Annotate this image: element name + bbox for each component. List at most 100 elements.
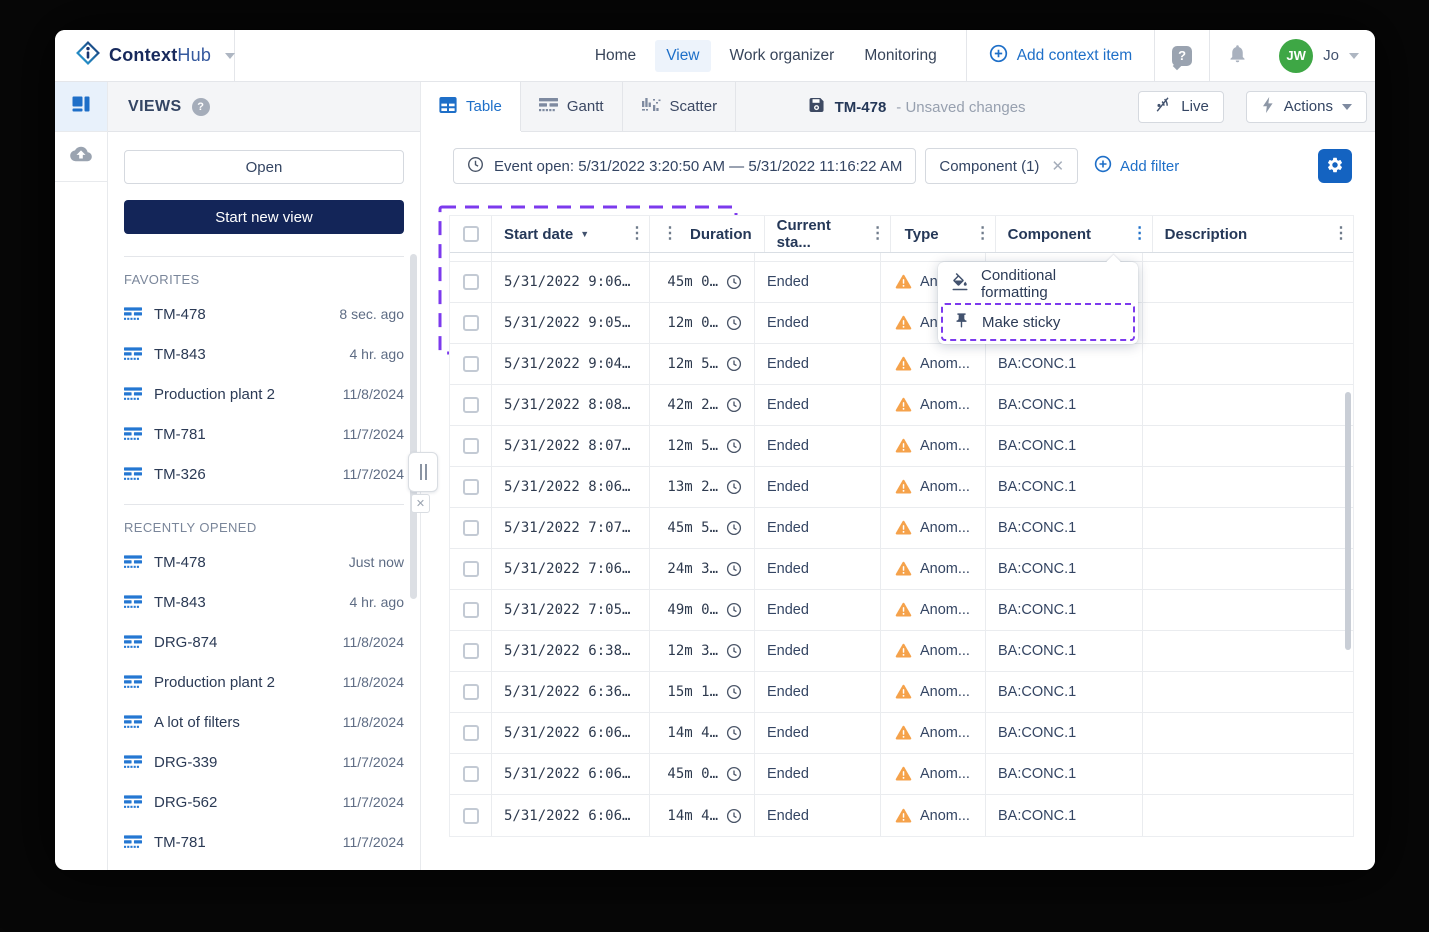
help-button[interactable]: ? <box>1155 30 1209 81</box>
table-row[interactable]: 5/31/2022 6:06… 14m 4… Ended Anom... BA:… <box>450 713 1353 754</box>
live-button[interactable]: Live <box>1138 90 1224 123</box>
column-header-description[interactable]: Description ⋮ <box>1153 216 1353 252</box>
view-list-item[interactable]: TM-781 11/7/2024 <box>124 414 404 454</box>
row-checkbox[interactable] <box>462 479 479 495</box>
rail-views-button[interactable] <box>55 82 107 132</box>
table-scrollbar[interactable] <box>1345 392 1351 650</box>
column-header-current-status[interactable]: Current sta... ⋮ <box>765 216 891 252</box>
table-row[interactable]: 5/31/2022 6:36… 15m 1… Ended Anom... BA:… <box>450 672 1353 713</box>
nav-work-organizer[interactable]: Work organizer <box>719 40 846 72</box>
type-cell: Anom... <box>881 590 986 630</box>
start-new-view-button[interactable]: Start new view <box>124 200 404 234</box>
row-checkbox[interactable] <box>462 684 479 700</box>
paint-fill-icon <box>951 273 969 295</box>
tab-gantt[interactable]: Gantt <box>521 82 623 131</box>
row-checkbox[interactable] <box>462 602 479 618</box>
table-row[interactable]: 5/31/2022 9:06… 45m 0… Ended Anom... BA:… <box>450 262 1353 303</box>
component-cell: BA:CONC.1 <box>986 795 1143 836</box>
save-icon[interactable] <box>809 97 825 118</box>
view-item-time: 8 sec. ago <box>339 306 404 322</box>
column-menu-icon[interactable]: ⋮ <box>866 226 890 242</box>
open-view-button[interactable]: Open <box>124 150 404 184</box>
view-list-item[interactable]: TM-843 4 hr. ago <box>124 582 404 622</box>
view-list-item[interactable]: DRG-874 11/8/2024 <box>124 622 404 662</box>
column-menu-icon[interactable]: ⋮ <box>658 226 682 242</box>
tab-table[interactable]: Table <box>421 82 521 131</box>
drag-grip-icon[interactable] <box>408 452 438 492</box>
menu-item-make-sticky[interactable]: Make sticky <box>941 303 1135 341</box>
table-row[interactable]: 5/31/2022 9:05… 12m 0… Ended Anom... BA:… <box>450 303 1353 344</box>
column-menu-icon[interactable]: ⋮ <box>1329 226 1353 242</box>
table-row[interactable]: 5/31/2022 6:38… 12m 3… Ended Anom... BA:… <box>450 631 1353 672</box>
nav-monitoring[interactable]: Monitoring <box>853 40 947 72</box>
left-icon-rail <box>55 82 108 870</box>
view-list-item[interactable]: TM-478 Just now <box>124 542 404 582</box>
table-area: Start date ▼ ⋮ ⋮ Duration Current sta...… <box>421 200 1375 870</box>
nav-home[interactable]: Home <box>584 40 647 72</box>
view-list-item[interactable]: Production plant 2 11/8/2024 <box>124 662 404 702</box>
view-list-item[interactable]: A lot of filters 11/8/2024 <box>124 702 404 742</box>
row-checkbox[interactable] <box>462 274 479 290</box>
add-context-item-button[interactable]: Add context item <box>967 30 1154 81</box>
view-list-item[interactable]: TM-843 4 hr. ago <box>124 334 404 374</box>
row-checkbox[interactable] <box>462 397 479 413</box>
sidebar-resize-handle[interactable]: ✕ <box>408 452 438 513</box>
view-list-item[interactable]: TM-478 8 sec. ago <box>124 294 404 334</box>
table-row[interactable]: 5/31/2022 6:06… 14m 4… Ended Anom... BA:… <box>450 795 1353 836</box>
row-checkbox[interactable] <box>462 561 479 577</box>
row-checkbox[interactable] <box>462 438 479 454</box>
column-menu-icon[interactable]: ⋮ <box>971 226 995 242</box>
table-row[interactable]: 5/31/2022 7:06… 24m 3… Ended Anom... BA:… <box>450 549 1353 590</box>
column-menu-icon-open[interactable]: ⋮ <box>1128 226 1152 242</box>
add-filter-button[interactable]: Add filter <box>1094 155 1179 177</box>
column-header-start-date[interactable]: Start date ▼ ⋮ <box>492 216 650 252</box>
table-row[interactable]: 5/31/2022 7:05… 49m 0… Ended Anom... BA:… <box>450 590 1353 631</box>
view-item-icon <box>124 426 142 442</box>
view-item-time: 11/8/2024 <box>342 634 404 650</box>
table-row[interactable]: 5/31/2022 6:06… 45m 0… Ended Anom... BA:… <box>450 754 1353 795</box>
rail-upload-button[interactable] <box>55 132 107 182</box>
actions-button[interactable]: Actions <box>1245 90 1367 123</box>
description-cell <box>1143 631 1353 671</box>
view-list-item[interactable]: DRG-339 11/7/2024 <box>124 742 404 782</box>
user-menu[interactable]: JW Jo <box>1265 30 1375 81</box>
table-row[interactable]: 5/31/2022 8:06… 13m 2… Ended Anom... BA:… <box>450 467 1353 508</box>
view-list-item[interactable]: TM-326 11/7/2024 <box>124 454 404 494</box>
view-list-item[interactable]: Production plant 2 11/8/2024 <box>124 374 404 414</box>
select-all-checkbox[interactable] <box>462 226 479 242</box>
menu-item-conditional-formatting[interactable]: Conditional formatting <box>941 265 1135 303</box>
collapse-sidebar-button[interactable]: ✕ <box>411 494 430 513</box>
row-checkbox[interactable] <box>462 315 479 331</box>
event-open-filter-chip[interactable]: Event open: 5/31/2022 3:20:50 AM — 5/31/… <box>453 148 917 184</box>
brand-area[interactable]: ContextHub <box>55 30 236 81</box>
column-header-component[interactable]: Component ⋮ <box>996 216 1153 252</box>
sidebar-scrollbar[interactable] <box>410 254 417 599</box>
row-checkbox[interactable] <box>462 643 479 659</box>
table-settings-button[interactable] <box>1318 149 1352 183</box>
nav-view[interactable]: View <box>655 39 711 72</box>
view-list-item[interactable]: TM-781 11/7/2024 <box>124 822 404 862</box>
column-header-duration[interactable]: ⋮ Duration <box>650 216 765 252</box>
row-checkbox[interactable] <box>462 725 479 741</box>
view-list-item[interactable]: DRG-562 11/7/2024 <box>124 782 404 822</box>
table-row[interactable]: 5/31/2022 9:04… 12m 5… Ended Anom... BA:… <box>450 344 1353 385</box>
table-row[interactable]: 5/31/2022 8:07… 12m 5… Ended Anom... BA:… <box>450 426 1353 467</box>
sidebar-help-icon[interactable]: ? <box>191 97 210 116</box>
view-item-time: 11/8/2024 <box>342 674 404 690</box>
clock-icon <box>726 397 742 413</box>
start-date-cell: 5/31/2022 8:08… <box>492 385 650 425</box>
row-checkbox[interactable] <box>462 356 479 372</box>
notifications-button[interactable] <box>1210 30 1265 81</box>
row-checkbox[interactable] <box>462 807 479 824</box>
column-menu-icon[interactable]: ⋮ <box>625 226 649 242</box>
row-checkbox[interactable] <box>462 766 479 782</box>
brand-chevron-down-icon[interactable] <box>225 52 236 59</box>
table-row[interactable]: 5/31/2022 7:07… 45m 5… Ended Anom... BA:… <box>450 508 1353 549</box>
column-header-type[interactable]: Type ⋮ <box>891 216 996 252</box>
table-row[interactable]: 5/31/2022 8:08… 42m 2… Ended Anom... BA:… <box>450 385 1353 426</box>
component-filter-chip[interactable]: Component (1) ✕ <box>925 148 1079 184</box>
row-checkbox[interactable] <box>462 520 479 536</box>
select-all-cell <box>450 216 492 252</box>
remove-filter-icon[interactable]: ✕ <box>1051 157 1064 175</box>
tab-scatter[interactable]: Scatter <box>623 82 737 131</box>
